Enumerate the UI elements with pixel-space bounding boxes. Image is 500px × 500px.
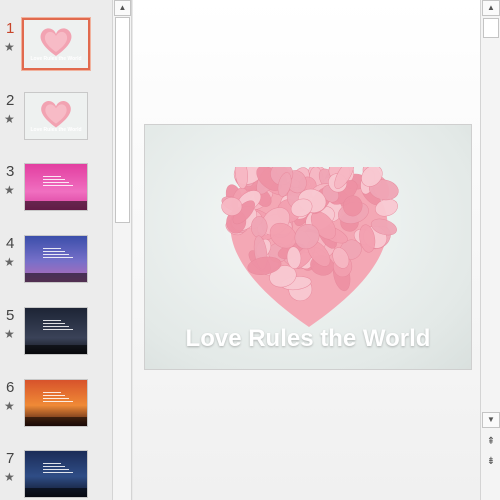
thumbnail-image[interactable]: [24, 307, 88, 355]
thumbnail-silhouette-ground: [25, 345, 87, 354]
thumbnail-caption: Love Rules the World: [30, 56, 82, 62]
slide-thumbnail-3[interactable]: 3 ★: [0, 163, 112, 235]
slide-number: 1: [6, 20, 15, 37]
powerpoint-editor: 1 ★ Love Rules the World 2 ★ Love Rules the W…: [0, 0, 500, 500]
thumbnail-image[interactable]: [24, 235, 88, 283]
thumbnail-caption: Love Rules the World: [30, 127, 82, 133]
slide-thumbnail-6[interactable]: 6 ★: [0, 379, 112, 451]
star-icon: ★: [4, 183, 15, 197]
thumbnail-image[interactable]: [24, 163, 88, 211]
slide-number: 6: [6, 379, 15, 396]
star-icon: ★: [4, 40, 15, 54]
slide-thumbnail-7[interactable]: 7 ★: [0, 450, 112, 500]
next-slide-icon[interactable]: ⇟: [482, 454, 500, 470]
scroll-up-arrow-icon[interactable]: ▲: [482, 0, 500, 16]
slide-title[interactable]: Love Rules the World: [145, 325, 471, 353]
rose-petal-heart-image: [221, 167, 399, 327]
thumbnail-silhouette-ground: [25, 273, 87, 282]
thumbnail-scrollbar[interactable]: ▲: [112, 0, 132, 500]
thumbnail-image[interactable]: [24, 379, 88, 427]
thumbnail-silhouette-ground: [25, 488, 87, 497]
star-icon: ★: [4, 399, 15, 413]
thumbnail-silhouette-ground: [25, 417, 87, 426]
slide-number: 7: [6, 450, 15, 467]
thumbnail-image[interactable]: Love Rules the World: [24, 92, 88, 140]
star-icon: ★: [4, 112, 15, 126]
scroll-down-arrow-icon[interactable]: ▼: [482, 412, 500, 428]
thumbnail-text-lines: [43, 176, 73, 188]
slide-editing-area: Love Rules the World: [133, 0, 480, 500]
thumbnail-silhouette-ground: [25, 201, 87, 210]
thumbnail-text-lines: [43, 392, 73, 404]
slide-thumbnail-1[interactable]: 1 ★ Love Rules the World: [0, 17, 112, 92]
slide-number: 4: [6, 235, 15, 252]
thumbnail-text-lines: [43, 248, 73, 260]
current-slide[interactable]: Love Rules the World: [144, 124, 472, 370]
slide-thumbnail-5[interactable]: 5 ★: [0, 307, 112, 379]
thumbnail-scroll-handle[interactable]: [115, 17, 130, 223]
thumbnail-text-lines: [43, 463, 73, 475]
star-icon: ★: [4, 470, 15, 484]
slide-thumbnail-4[interactable]: 4 ★: [0, 235, 112, 307]
scroll-up-arrow-icon[interactable]: ▲: [114, 0, 131, 16]
star-icon: ★: [4, 255, 15, 269]
main-scroll-handle[interactable]: [483, 18, 499, 38]
thumbnail-image[interactable]: Love Rules the World: [21, 17, 91, 71]
slide-number: 5: [6, 307, 15, 324]
thumbnail-image[interactable]: [24, 450, 88, 498]
slide-number: 2: [6, 92, 15, 109]
slide-number: 3: [6, 163, 15, 180]
previous-slide-icon[interactable]: ⇞: [482, 434, 500, 450]
slide-thumbnail-2[interactable]: 2 ★ Love Rules the World: [0, 92, 112, 164]
main-vertical-scrollbar[interactable]: ▲ ▼ ⇞ ⇟: [480, 0, 500, 500]
thumbnail-text-lines: [43, 320, 73, 332]
slide-thumbnail-pane: 1 ★ Love Rules the World 2 ★ Love Rules the W…: [0, 0, 112, 500]
star-icon: ★: [4, 327, 15, 341]
